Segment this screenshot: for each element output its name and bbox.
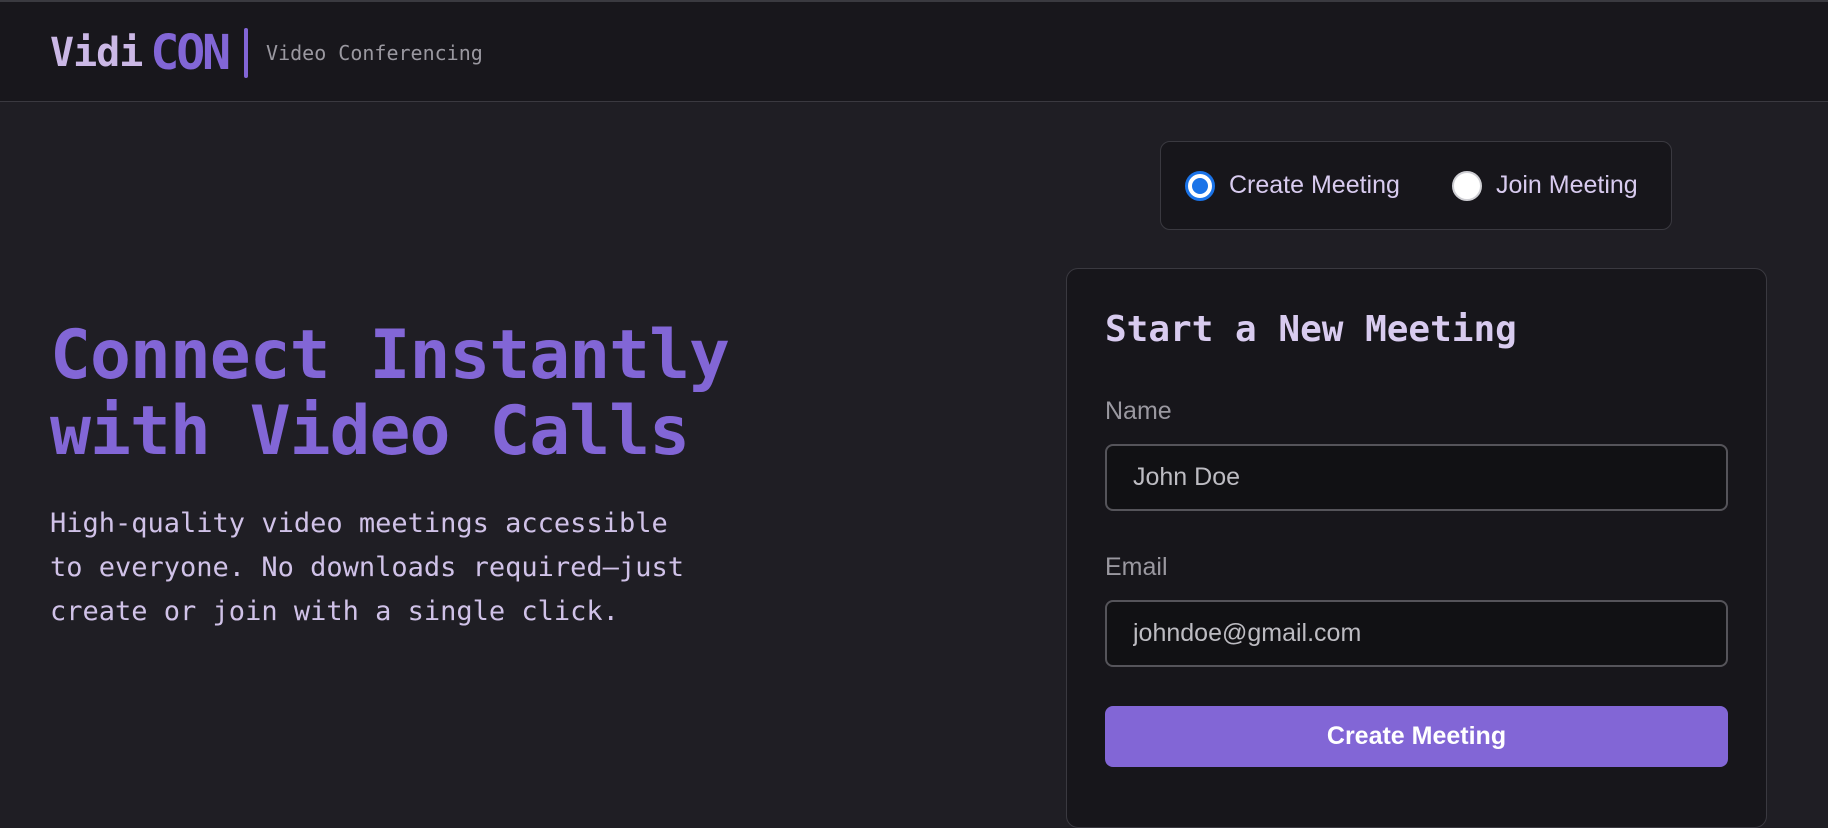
logo-tagline: Video Conferencing [266,41,483,65]
create-meeting-radio[interactable] [1185,170,1215,201]
name-label: Name [1105,397,1172,425]
email-input[interactable] [1105,600,1728,667]
join-meeting-radio[interactable] [1451,170,1482,201]
hero-title-line-1: Connect Instantly [50,316,730,395]
create-meeting-option[interactable]: Create Meeting [1185,170,1400,201]
logo-text-con: CON [150,25,231,81]
create-meeting-button[interactable]: Create Meeting [1105,706,1728,767]
hero-subtitle-line-1: High-quality video meetings accessible [50,508,668,539]
meeting-mode-toggle: Create Meeting Join Meeting [1160,141,1672,230]
hero-subtitle-line-2: to everyone. No downloads required—just [50,552,684,583]
join-meeting-option[interactable]: Join Meeting [1451,170,1638,201]
logo-text-vidi: Vidi [50,30,143,76]
app-logo[interactable]: Vidi CON Video Conferencing [50,25,483,81]
new-meeting-card: Start a New Meeting Name Email Create Me… [1066,268,1767,828]
hero-subtitle: High-quality video meetings accessible t… [50,502,790,634]
logo-divider [244,28,249,78]
hero-title: Connect Instantly with Video Calls [50,318,850,470]
form-title: Start a New Meeting [1105,309,1517,350]
hero-subtitle-line-3: create or join with a single click. [50,596,619,627]
hero-title-line-2: with Video Calls [50,392,690,471]
name-input[interactable] [1105,444,1728,511]
email-label: Email [1105,553,1168,581]
app-header: Vidi CON Video Conferencing [0,2,1828,102]
join-meeting-option-label[interactable]: Join Meeting [1496,171,1638,200]
create-meeting-option-label[interactable]: Create Meeting [1229,171,1400,200]
